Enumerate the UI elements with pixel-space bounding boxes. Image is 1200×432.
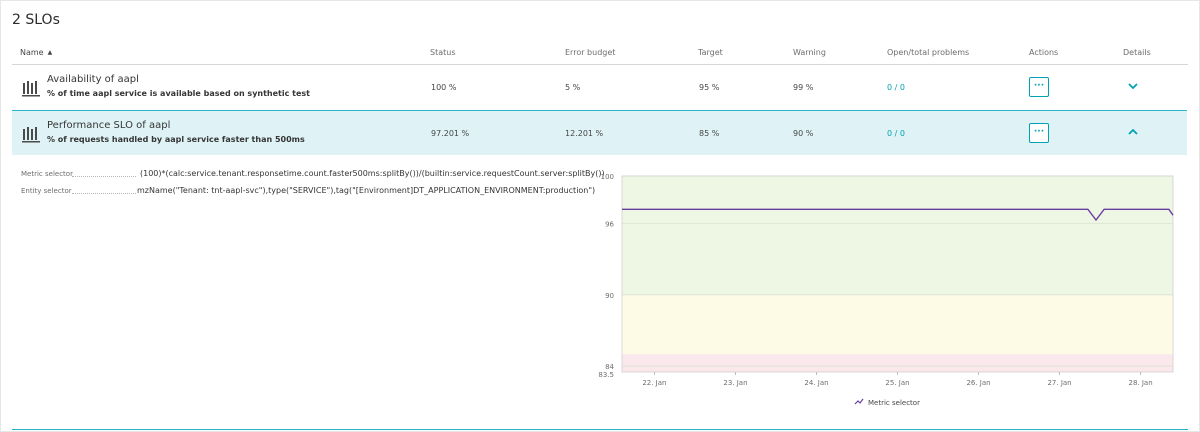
actions-more-button[interactable]: ··· [1029,77,1049,97]
chart-zone-0 [622,176,1173,295]
metric-selector-value: (100)*(calc:service.tenant.responsetime.… [140,169,605,178]
target-value: 95 % [699,83,720,92]
y-tick-label: 90 [605,292,614,300]
y-tick-label: 100 [601,173,614,181]
x-tick-label: 24. Jan [804,379,828,387]
slo-description: % of requests handled by aapl service fa… [47,135,305,144]
column-header-details: Details [1123,48,1151,57]
y-tick-label: 84 [605,363,614,371]
chevron-down-icon[interactable] [1125,78,1141,94]
slo-description: % of time aapl service is available base… [47,89,310,98]
status-value: 97.201 % [431,129,470,138]
column-header-actions: Actions [1029,48,1059,57]
column-header-warning: Warning [793,48,826,57]
chart-zone-1 [622,294,1173,355]
x-tick-label: 23. Jan [723,379,747,387]
table-row-availability[interactable]: Availability of aapl % of time aapl serv… [12,65,1187,111]
legend-line-icon [854,398,864,405]
column-header-target: Target [698,48,723,57]
target-value: 85 % [699,129,720,138]
slo-name[interactable]: Performance SLO of aapl [47,120,170,131]
warning-value: 90 % [793,129,814,138]
slo-icon [22,81,40,97]
table-row-performance[interactable]: Performance SLO of aapl % of requests ha… [12,111,1187,155]
x-tick-label: 28. Jan [1129,379,1153,387]
chart-zone-2 [622,354,1173,372]
column-header-problems: Open/total problems [887,48,970,57]
metric-selector-leader [72,176,136,177]
more-icon: ··· [1033,81,1045,91]
problems-link[interactable]: 0 / 0 [887,83,905,92]
x-tick-label: 26. Jan [966,379,990,387]
x-tick-label: 25. Jan [885,379,909,387]
y-tick-label: 96 [605,221,614,229]
entity-selector-label: Entity selector [21,187,72,195]
column-header-error-budget: Error budget [565,48,616,57]
bottom-divider [12,429,1188,430]
slo-icon [22,127,40,143]
status-value: 100 % [431,83,457,92]
column-header-name[interactable]: Name ▲ [20,48,52,57]
actions-more-button[interactable]: ··· [1029,123,1049,143]
chevron-up-icon[interactable] [1125,124,1141,140]
column-header-status: Status [430,48,456,57]
entity-selector-value: mzName("Tenant: tnt-aapl-svc"),type("SER… [137,186,596,195]
error-budget-value: 5 % [565,83,581,92]
entity-selector-leader [72,193,136,194]
x-tick-label: 22. Jan [642,379,666,387]
sort-ascending-icon: ▲ [47,49,53,56]
slo-chart: 100 96 90 8483.5 22. Jan 23. Jan 24. Jan 25. Ja… [598,173,1174,407]
problems-link[interactable]: 0 / 0 [887,129,905,138]
more-icon: ··· [1033,127,1045,137]
warning-value: 99 % [793,83,814,92]
error-budget-value: 12.201 % [565,129,604,138]
page-title: 2 SLOs [12,12,60,28]
x-tick-label: 27. Jan [1047,379,1071,387]
metric-selector-label: Metric selector [21,170,73,178]
y-tick-label: 83.5 [598,371,614,379]
slo-name[interactable]: Availability of aapl [47,74,139,85]
legend-item: Metric selector [868,399,920,407]
